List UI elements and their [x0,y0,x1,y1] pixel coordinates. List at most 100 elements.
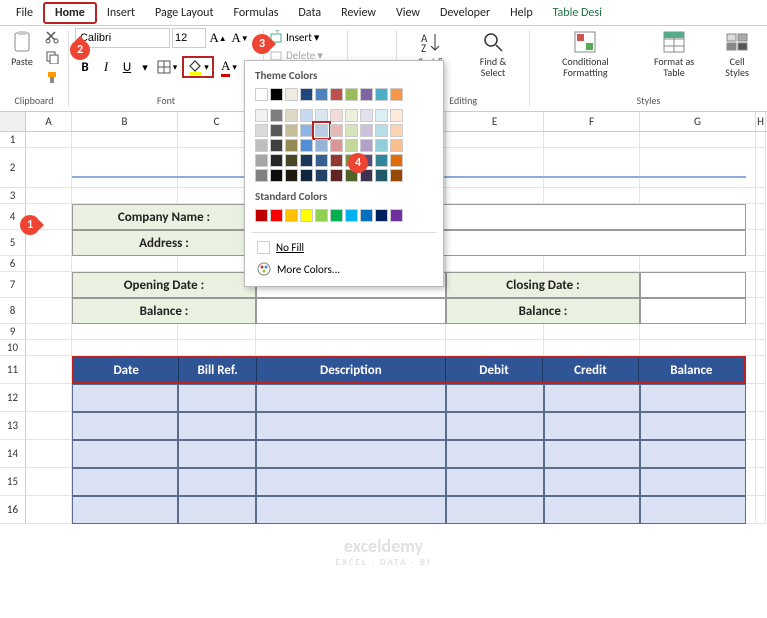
swatch[interactable] [270,139,283,152]
swatch[interactable] [345,88,358,101]
tab-table-design[interactable]: Table Desi [543,2,612,24]
row-header-3[interactable]: 3 [0,188,26,204]
swatch[interactable] [345,139,358,152]
swatch[interactable] [345,109,358,122]
swatch[interactable] [255,88,268,101]
swatch[interactable] [360,139,373,152]
table-header-row[interactable]: Date Bill Ref. Description Debit Credit … [72,356,746,384]
table-row[interactable] [72,496,746,524]
swatch[interactable] [300,139,313,152]
swatch[interactable] [255,209,268,222]
swatch[interactable] [270,124,283,137]
swatch[interactable] [285,169,298,182]
swatch[interactable] [390,124,403,137]
swatch[interactable] [255,124,268,137]
row-header-1[interactable]: 1 [0,132,26,148]
swatch[interactable] [375,139,388,152]
swatch[interactable] [285,139,298,152]
swatch[interactable] [315,209,328,222]
tab-page-layout[interactable]: Page Layout [145,2,223,24]
swatch[interactable] [300,124,313,137]
closing-balance-value[interactable] [640,298,746,324]
swatch[interactable] [300,88,313,101]
swatch[interactable] [360,88,373,101]
col-header-B[interactable]: B [72,112,178,131]
conditional-formatting-button[interactable]: Conditional Formatting [536,28,635,80]
swatch[interactable] [285,109,298,122]
swatch[interactable] [375,124,388,137]
row-header-7[interactable]: 7 [0,272,26,298]
swatch[interactable] [330,124,343,137]
format-painter-button[interactable] [42,68,62,86]
swatch[interactable] [390,154,403,167]
swatch[interactable] [390,209,403,222]
swatch[interactable] [375,109,388,122]
swatch[interactable] [315,139,328,152]
swatch[interactable] [300,109,313,122]
col-header-F[interactable]: F [544,112,640,131]
tab-file[interactable]: File [6,2,43,24]
swatch[interactable] [330,139,343,152]
underline-dropdown[interactable]: ▾ [138,60,152,74]
swatch[interactable] [390,169,403,182]
swatch[interactable] [315,154,328,167]
swatch[interactable] [315,124,328,137]
font-size-select[interactable] [172,28,206,48]
swatch[interactable] [390,88,403,101]
closing-date-value[interactable] [640,272,746,298]
cell-styles-button[interactable]: Cell Styles [713,28,761,80]
font-name-select[interactable] [75,28,170,48]
swatch[interactable] [375,154,388,167]
table-row[interactable] [72,468,746,496]
tab-home[interactable]: Home [43,2,97,24]
tab-data[interactable]: Data [288,2,331,24]
swatch[interactable] [345,209,358,222]
row-header-6[interactable]: 6 [0,256,26,272]
table-body[interactable] [72,384,746,524]
swatch[interactable] [330,209,343,222]
swatch[interactable] [330,109,343,122]
fill-color-button[interactable]: ▾ [182,56,214,78]
row-header-10[interactable]: 10 [0,340,26,356]
cut-button[interactable] [42,28,62,46]
shrink-font-button[interactable]: A▼ [230,28,250,48]
row-header-8[interactable]: 8 [0,298,26,324]
row-header-16[interactable]: 16 [0,496,26,524]
paste-button[interactable]: Paste [6,28,38,69]
no-fill-item[interactable]: No Fill [251,237,437,258]
swatch[interactable] [270,88,283,101]
borders-button[interactable]: ▾ [153,57,181,77]
col-header-A[interactable]: A [26,112,72,131]
row-header-13[interactable]: 13 [0,412,26,440]
swatch[interactable] [390,139,403,152]
swatch[interactable] [375,169,388,182]
opening-balance-value[interactable] [256,298,446,324]
swatch[interactable] [255,109,268,122]
swatch[interactable] [270,209,283,222]
col-header-H[interactable]: H [756,112,766,131]
copy-button[interactable] [42,48,62,66]
find-select-button[interactable]: Find & Select [463,28,523,80]
italic-button[interactable]: I [96,57,116,77]
more-colors-item[interactable]: More Colors... [251,258,437,280]
swatch[interactable] [270,109,283,122]
swatch[interactable] [330,88,343,101]
tab-formulas[interactable]: Formulas [223,2,288,24]
row-header-14[interactable]: 14 [0,440,26,468]
row-header-9[interactable]: 9 [0,324,26,340]
swatch[interactable] [390,109,403,122]
underline-button[interactable]: U [117,57,137,77]
swatch[interactable] [300,209,313,222]
swatch[interactable] [315,169,328,182]
swatch[interactable] [360,109,373,122]
col-header-G[interactable]: G [640,112,756,131]
swatch[interactable] [285,209,298,222]
font-color-button[interactable]: A▾ [215,57,243,77]
swatch[interactable] [375,209,388,222]
swatch[interactable] [270,169,283,182]
tab-view[interactable]: View [386,2,430,24]
swatch[interactable] [300,154,313,167]
swatch[interactable] [300,169,313,182]
table-row[interactable] [72,412,746,440]
swatch[interactable] [315,88,328,101]
